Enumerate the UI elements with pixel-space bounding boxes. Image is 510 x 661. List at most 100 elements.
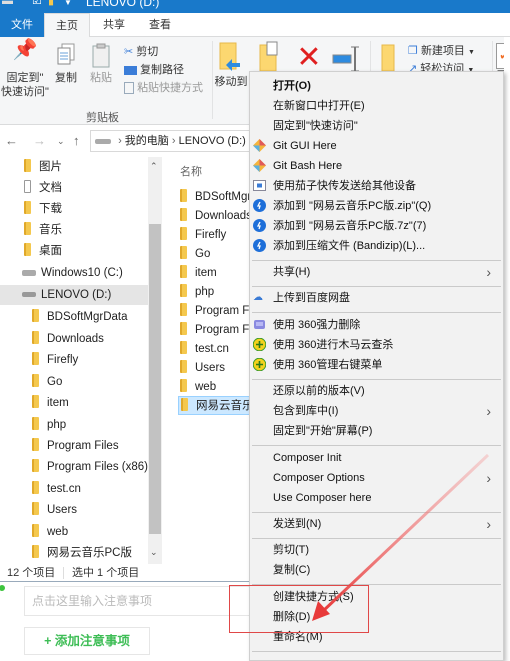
menu-item-composer-options[interactable]: Composer Options › (250, 468, 503, 488)
tab-share[interactable]: 共享 (92, 13, 136, 37)
tree-item-folder[interactable]: BDSoftMgrData (32, 307, 128, 327)
copy-button[interactable]: 复制 (52, 43, 80, 85)
360-scan-icon (253, 338, 266, 351)
tab-file[interactable]: 文件 (0, 13, 44, 37)
tab-home[interactable]: 主页 (44, 13, 90, 38)
menu-item-baidu-upload[interactable]: ☁ 上传到百度网盘 (250, 288, 503, 308)
properties-quick-icon[interactable]: ☑ (32, 0, 42, 7)
file-name: php (195, 286, 215, 298)
file-row[interactable]: Program Files (180, 302, 250, 321)
menu-item-bandizip-7z[interactable]: 添加到 "网易云音乐PC版.7z"(7) (250, 216, 503, 236)
tree-item-folder[interactable]: Program Files (x86) (32, 457, 148, 477)
forward-arrow-icon[interactable]: → (33, 133, 46, 148)
file-row[interactable]: Program Files (x86) (180, 321, 250, 340)
pin-quick-access-button[interactable]: 📌 固定到" 快速访问" (0, 40, 50, 99)
scroll-up-icon[interactable]: ⌃ (150, 161, 158, 172)
tree-item-folder[interactable]: Users (32, 500, 77, 520)
menu-item-qiezi-send[interactable]: 使用茄子快传发送给其他设备 (250, 176, 503, 196)
scrollbar-thumb[interactable] (149, 224, 161, 534)
copy-to-button[interactable] (256, 41, 286, 75)
file-row[interactable]: item (180, 264, 217, 283)
tree-item-downloads[interactable]: 下载 (24, 199, 62, 219)
new-folder-quick-icon[interactable]: ▮ (48, 0, 54, 7)
menu-item-open-new-window[interactable]: 在新窗口中打开(E) (250, 96, 503, 116)
tree-item-drive-d[interactable]: LENOVO (D:) (0, 285, 148, 305)
menu-item-send-to[interactable]: 发送到(N) › (250, 514, 503, 534)
menu-item-cut[interactable]: 剪切(T) (250, 540, 503, 560)
menu-item-bandizip-archive[interactable]: 添加到压缩文件 (Bandizip)(L)... (250, 236, 503, 256)
submenu-arrow-icon: › (486, 403, 491, 419)
tree-item-folder[interactable]: item (32, 393, 69, 413)
menu-item-git-bash[interactable]: Git Bash Here (250, 156, 503, 176)
tree-item-folder[interactable]: web (32, 522, 68, 542)
file-row[interactable]: BDSoftMgrData (180, 188, 250, 207)
tree-item-desktop[interactable]: 桌面 (24, 241, 62, 261)
file-row[interactable]: Downloads (180, 207, 250, 226)
move-to-button[interactable]: 移动到 (214, 41, 248, 89)
tab-view[interactable]: 查看 (138, 13, 182, 37)
tree-item-folder[interactable]: Firefly (32, 350, 78, 370)
folder-icon (180, 265, 187, 278)
tree-item-label: 桌面 (39, 245, 62, 257)
tree-item-folder[interactable]: Program Files (32, 436, 119, 456)
menu-item-bandizip-zip[interactable]: 添加到 "网易云音乐PC版.zip"(Q) (250, 196, 503, 216)
menu-separator (252, 538, 501, 539)
file-row[interactable]: web (180, 378, 216, 397)
ribbon-tabs: 文件 主页 共享 查看 (0, 13, 510, 38)
file-row-selected[interactable]: 网易云音乐PC版 (178, 396, 250, 415)
menu-item-share[interactable]: 共享(H) › (250, 262, 503, 282)
paste-button[interactable]: 粘贴 (86, 43, 116, 85)
item-count: 12 个项目 (7, 567, 56, 579)
tree-item-folder[interactable]: Downloads (32, 329, 104, 349)
copy-path-button[interactable]: 复制路径 (124, 61, 184, 77)
baidu-cloud-icon: ☁ (253, 292, 263, 303)
add-note-button[interactable]: + 添加注意事项 (24, 627, 150, 655)
delete-button[interactable]: ✕ (294, 43, 324, 73)
menu-item-copy[interactable]: 复制(C) (250, 560, 503, 580)
up-arrow-icon[interactable]: ↑ (73, 133, 80, 148)
selected-count: 选中 1 个项目 (72, 567, 140, 579)
menu-item-use-composer[interactable]: Use Composer here (250, 488, 503, 508)
quick-access-dropdown-icon[interactable]: ▼ (64, 0, 72, 7)
navigation-pane-scrollbar[interactable]: ⌃ ⌄ (148, 157, 162, 564)
tree-item-pictures[interactable]: 图片 (24, 157, 62, 177)
back-arrow-icon[interactable]: ← (5, 133, 18, 148)
menu-item-git-gui[interactable]: Git GUI Here (250, 136, 503, 156)
menu-item-360-menu[interactable]: 使用 360管理右键菜单 (250, 355, 503, 375)
menu-item-open[interactable]: 打开(O) (250, 76, 503, 96)
column-header-name[interactable]: 名称 (180, 163, 202, 179)
file-row[interactable]: Go (180, 245, 210, 264)
menu-item-pin-start[interactable]: 固定到"开始"屏幕(P) (250, 421, 503, 441)
tree-item-folder[interactable]: test.cn (32, 479, 81, 499)
tree-item-folder[interactable]: php (32, 415, 66, 435)
menu-item-360-delete[interactable]: 使用 360强力删除 (250, 315, 503, 335)
tree-item-label: Users (47, 504, 78, 516)
file-row[interactable]: test.cn (180, 340, 229, 359)
scroll-down-icon[interactable]: ⌄ (150, 547, 158, 558)
menu-item-restore-versions[interactable]: 还原以前的版本(V) (250, 381, 503, 401)
delete-x-icon: ✕ (296, 41, 322, 74)
move-to-label: 移动到 (214, 76, 248, 88)
breadcrumb-lenovo-d[interactable]: LENOVO (D:) (179, 135, 246, 147)
menu-item-composer-init[interactable]: Composer Init (250, 448, 503, 468)
menu-item-360-scan[interactable]: 使用 360进行木马云查杀 (250, 335, 503, 355)
tree-item-folder[interactable]: 网易云音乐PC版 (32, 543, 132, 563)
address-bar[interactable]: › 我的电脑 › LENOVO (D:) (90, 130, 250, 152)
copy-path-icon (124, 65, 137, 75)
note-input[interactable]: 点击这里输入注意事项 (24, 586, 250, 616)
file-row[interactable]: Firefly (180, 226, 226, 245)
tree-item-documents[interactable]: 文档 (24, 178, 62, 198)
paste-shortcut-button[interactable]: 粘贴快捷方式 (124, 79, 203, 95)
cut-button[interactable]: ✂ 剪切 (124, 43, 158, 59)
tree-item-music[interactable]: 音乐 (24, 220, 62, 240)
file-row[interactable]: php (180, 283, 214, 302)
breadcrumb-my-computer[interactable]: 我的电脑 (125, 135, 169, 147)
menu-item-pin-quick-access[interactable]: 固定到"快速访问" (250, 116, 503, 136)
recent-locations-chevron-icon[interactable]: ⌄ (57, 136, 65, 147)
menu-item-include-library[interactable]: 包含到库中(I) › (250, 401, 503, 421)
new-item-button[interactable]: ❐ 新建项目 ▼ (408, 42, 475, 58)
tree-item-folder[interactable]: Go (32, 372, 62, 392)
status-divider (63, 567, 64, 579)
tree-item-drive-c[interactable]: Windows10 (C:) (22, 263, 123, 283)
file-row[interactable]: Users (180, 359, 225, 378)
